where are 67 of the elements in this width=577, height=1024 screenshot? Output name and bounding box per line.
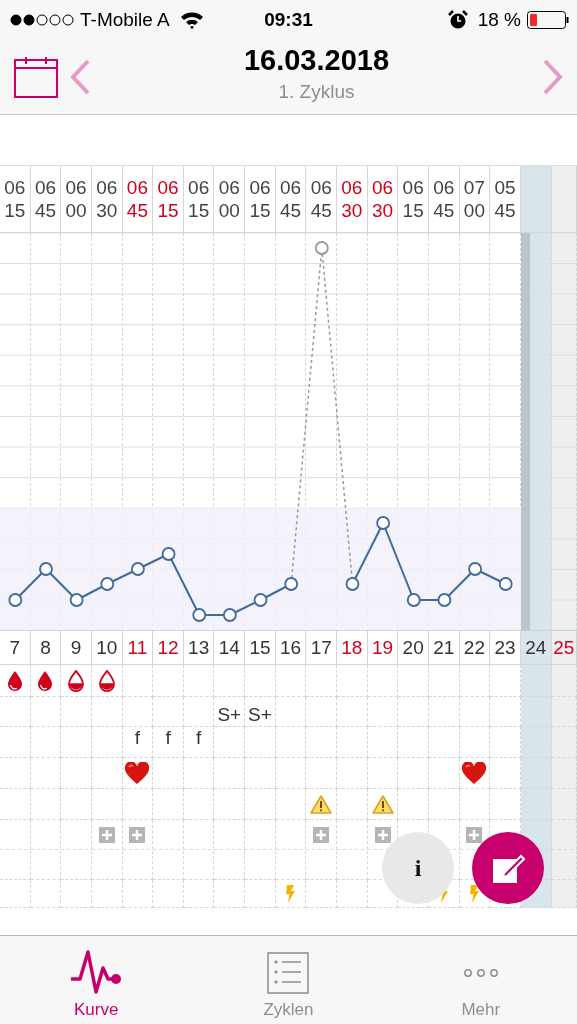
day-number: 19: [371, 636, 394, 659]
day-number: 11: [127, 636, 148, 659]
measurement-minute: 15: [402, 201, 424, 220]
measurement-minute: 45: [494, 201, 516, 220]
tab-bar-item[interactable]: Mehr: [384, 936, 577, 1024]
measurement-minute: 15: [188, 201, 210, 220]
measurement-hour: 06: [218, 178, 240, 197]
day-number: 14: [218, 636, 240, 659]
measurement-minute: 45: [433, 201, 455, 220]
measurement-hour: 06: [249, 178, 271, 197]
day-number: 24: [525, 636, 547, 659]
day-number: 23: [494, 636, 516, 659]
day-number: 12: [157, 636, 179, 659]
note-text: S+: [217, 704, 242, 726]
measurement-hour: 06: [371, 178, 394, 197]
measurement-hour: 06: [4, 178, 26, 197]
note-text: f: [165, 727, 171, 749]
day-number: 16: [280, 636, 302, 659]
note-text: f: [134, 727, 140, 749]
day-number: 15: [249, 636, 271, 659]
tab-bar-item[interactable]: Kurve: [0, 936, 193, 1024]
measurement-hour: 06: [341, 178, 363, 197]
measurement-hour: 06: [34, 178, 57, 197]
day-number: 25: [553, 636, 575, 659]
measurement-minute: 00: [463, 201, 485, 220]
clock-time: 09:31: [264, 9, 313, 31]
day-number: 10: [96, 636, 118, 659]
day-number: 18: [341, 636, 363, 659]
info-button[interactable]: i: [382, 832, 454, 904]
measurement-minute: 45: [310, 201, 332, 220]
measurement-hour: 06: [280, 178, 302, 197]
measurement-minute: 30: [371, 201, 394, 220]
measurement-minute: 45: [126, 201, 148, 220]
selected-date: 16.03.2018: [243, 43, 390, 77]
measurement-hour: 06: [310, 178, 332, 197]
measurement-hour: 07: [463, 178, 485, 197]
measurement-hour: 06: [433, 178, 455, 197]
day-number: 17: [310, 636, 332, 659]
day-number: 7: [9, 636, 21, 659]
measurement-hour: 06: [65, 178, 87, 197]
day-number: 8: [40, 636, 51, 659]
note-text: S+: [248, 704, 272, 726]
cycle-label: 1. Zyklus: [278, 80, 355, 103]
measurement-minute: 45: [34, 201, 57, 220]
measurement-minute: 45: [280, 201, 302, 220]
day-number: 20: [402, 636, 424, 659]
measurement-minute: 15: [249, 201, 271, 220]
measurement-minute: 30: [341, 201, 363, 220]
measurement-hour: 06: [402, 178, 424, 197]
day-number: 21: [433, 636, 455, 659]
carrier-name: T-Mobile A: [80, 9, 170, 31]
tab-bar-item[interactable]: Zyklen: [192, 936, 385, 1024]
measurement-minute: 00: [218, 201, 240, 220]
measurement-hour: 06: [157, 178, 179, 197]
measurement-hour: 06: [126, 178, 148, 197]
measurement-minute: 00: [65, 201, 87, 220]
day-number: 9: [70, 636, 82, 659]
measurement-minute: 15: [4, 201, 26, 220]
measurement-minute: 30: [96, 201, 118, 220]
measurement-hour: 06: [96, 178, 118, 197]
measurement-minute: 15: [157, 201, 179, 220]
day-number: 13: [188, 636, 210, 659]
measurement-hour: 06: [188, 178, 210, 197]
day-number: 22: [463, 636, 485, 659]
note-text: f: [196, 727, 202, 749]
measurement-hour: 05: [494, 178, 516, 197]
battery-percentage: 18 %: [477, 9, 521, 31]
